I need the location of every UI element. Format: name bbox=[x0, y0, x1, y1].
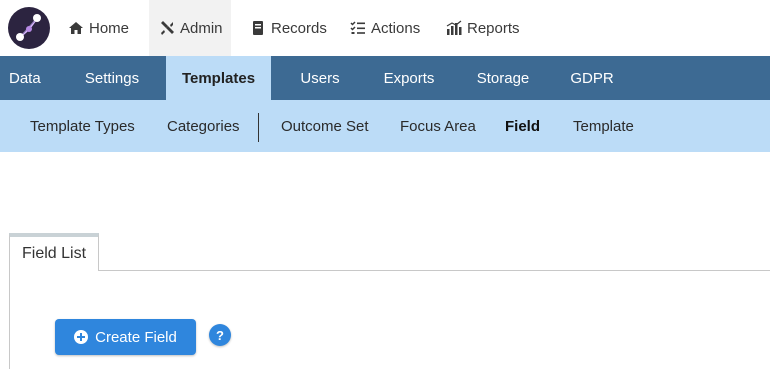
admin-tab-data[interactable]: Data bbox=[0, 56, 56, 100]
admin-tab-label: Exports bbox=[383, 69, 435, 87]
admin-tab-bar: Data Settings Templates Users Exports St… bbox=[0, 56, 770, 100]
sub-tab-label: Focus Area bbox=[400, 117, 476, 135]
bar-chart-icon bbox=[446, 20, 462, 36]
sub-tab-label: Field bbox=[505, 117, 541, 135]
admin-tab-templates[interactable]: Templates bbox=[166, 56, 271, 100]
panel-border-left bbox=[9, 270, 10, 369]
sub-tab-divider bbox=[258, 113, 259, 142]
topnav-records[interactable]: Records bbox=[240, 0, 332, 56]
help-icon[interactable]: ? bbox=[209, 324, 231, 346]
sub-tab-categories[interactable]: Categories bbox=[167, 100, 240, 152]
admin-tab-settings[interactable]: Settings bbox=[70, 56, 154, 100]
sub-tab-outcome-set[interactable]: Outcome Set bbox=[281, 100, 369, 152]
topnav-actions-label: Actions bbox=[371, 19, 421, 37]
checklist-icon bbox=[350, 20, 366, 36]
topnav-admin-label: Admin bbox=[180, 19, 223, 37]
top-navbar: Home Admin Records Actions Reports bbox=[0, 0, 770, 56]
topnav-home-label: Home bbox=[89, 19, 130, 37]
topnav-home[interactable]: Home bbox=[58, 0, 138, 56]
create-field-button-label: Create Field bbox=[95, 328, 177, 346]
topnav-actions[interactable]: Actions bbox=[340, 0, 428, 56]
sub-tab-label: Categories bbox=[167, 117, 240, 135]
admin-tab-exports[interactable]: Exports bbox=[370, 56, 448, 100]
topnav-records-label: Records bbox=[271, 19, 327, 37]
admin-tab-label: Settings bbox=[84, 69, 140, 87]
sub-tab-label: Outcome Set bbox=[281, 117, 369, 135]
tab-field-list-label: Field List bbox=[21, 245, 87, 262]
panel-border-top bbox=[98, 270, 770, 271]
sub-tab-field[interactable]: Field bbox=[505, 100, 540, 152]
template-sub-tab-bar: Template Types Categories Outcome Set Fo… bbox=[0, 100, 770, 152]
sub-tab-focus-area[interactable]: Focus Area bbox=[400, 100, 476, 152]
admin-tab-label: Users bbox=[300, 69, 340, 87]
sub-tab-label: Template bbox=[573, 117, 634, 135]
sub-tab-template-types[interactable]: Template Types bbox=[30, 100, 135, 152]
admin-tab-gdpr[interactable]: GDPR bbox=[560, 56, 624, 100]
sub-tab-template[interactable]: Template bbox=[573, 100, 634, 152]
topnav-admin[interactable]: Admin bbox=[149, 0, 231, 56]
plus-circle-icon bbox=[74, 330, 89, 344]
admin-tab-storage[interactable]: Storage bbox=[464, 56, 542, 100]
topnav-reports-label: Reports bbox=[467, 19, 520, 37]
admin-tab-label: Storage bbox=[476, 69, 530, 87]
book-icon bbox=[250, 20, 266, 36]
admin-tab-users[interactable]: Users bbox=[286, 56, 354, 100]
tab-field-list[interactable]: Field List bbox=[9, 233, 99, 271]
network-node-logo-icon bbox=[16, 14, 41, 41]
admin-tab-label: Data bbox=[9, 69, 41, 87]
home-icon bbox=[68, 20, 84, 36]
help-label: ? bbox=[216, 327, 224, 343]
tools-icon bbox=[159, 20, 175, 36]
app-logo[interactable] bbox=[8, 7, 50, 49]
admin-tab-label: GDPR bbox=[570, 69, 614, 87]
create-field-button[interactable]: Create Field bbox=[55, 319, 196, 355]
topnav-reports[interactable]: Reports bbox=[436, 0, 530, 56]
sub-tab-label: Template Types bbox=[30, 117, 135, 135]
admin-tab-label: Templates bbox=[181, 69, 256, 87]
